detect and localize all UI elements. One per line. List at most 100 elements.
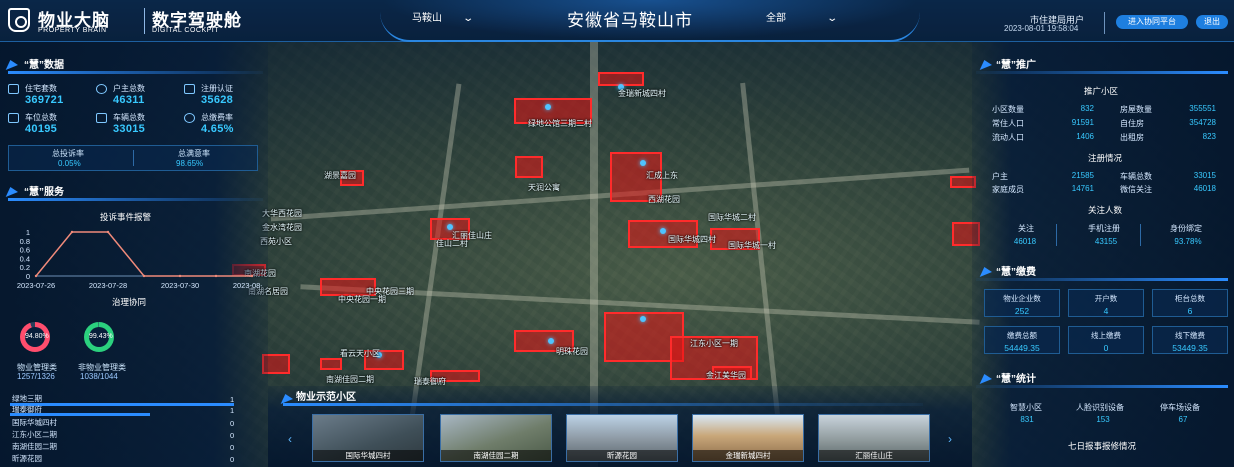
y-tick-label: 0.8	[20, 237, 30, 246]
map-label: 汇成上东	[646, 171, 678, 180]
stat-label: 智慧小区	[1010, 403, 1042, 412]
list-item[interactable]: 南湖佳园二期	[12, 441, 57, 451]
fee-value: 252	[1014, 306, 1030, 316]
brand-subtitle: PROPERTY BRAIN	[38, 27, 107, 34]
reg-label: 车辆总数	[1120, 172, 1152, 181]
list-item[interactable]: 瑞泰御府	[12, 404, 42, 414]
promo-value: 1406	[1076, 132, 1094, 141]
fee-label: 柜台总数	[1175, 294, 1205, 303]
fee-label: 缴费总额	[1007, 331, 1037, 340]
list-item[interactable]: 昕源花园	[12, 453, 42, 463]
map-pin[interactable]	[548, 338, 554, 344]
map-label: 大华西花园	[262, 209, 302, 218]
promo-value: 354728	[1189, 118, 1216, 127]
top-header: 物业大脑 PROPERTY BRAIN 数字驾驶舱 DIGITAL COCKPI…	[0, 0, 1234, 42]
data-point	[106, 230, 110, 234]
map-label: 金水湾花园	[262, 223, 302, 232]
list-item-value: 1	[230, 395, 235, 404]
ring-percent: 94.80%	[25, 327, 49, 347]
stat-label: 车位总数	[25, 113, 57, 122]
focus-value: 43155	[1094, 237, 1118, 246]
exit-button[interactable]: 退出	[1196, 15, 1228, 29]
x-tick-label: 2023-07-30	[161, 281, 199, 290]
showcase-card[interactable]: 金瑞新城四村	[692, 414, 804, 462]
showcase-card[interactable]: 昕源花园	[566, 414, 678, 462]
map-parcel[interactable]	[320, 358, 342, 370]
y-tick-label: 0.2	[20, 263, 30, 272]
series-line	[35, 231, 252, 277]
x-tick-label: 2023-07-26	[17, 281, 55, 290]
focus-value: 46018	[1013, 237, 1037, 246]
list-item[interactable]: 江东小区二期	[12, 429, 57, 439]
chevron-right-icon[interactable]: ›	[948, 432, 952, 446]
chevron-left-icon[interactable]: ‹	[288, 432, 292, 446]
stat-value: 153	[1096, 415, 1110, 424]
ring-percent: 99.43%	[89, 327, 113, 347]
fee-card: 缴费总额 54449.35	[984, 326, 1060, 354]
map-pin[interactable]	[545, 104, 551, 110]
stat-value: 67	[1178, 415, 1188, 424]
scope-select[interactable]: 全部 ⌄	[766, 9, 839, 24]
governance-title: 治理协同	[112, 297, 147, 307]
building-icon	[8, 84, 19, 94]
stat-label: 总缴费率	[201, 113, 233, 122]
fee-card: 线上缴费 0	[1068, 326, 1144, 354]
datetime: 2023-08-01 19:58:04	[1004, 24, 1079, 33]
showcase-caption: 金瑞新城四村	[693, 450, 803, 461]
chevron-down-icon: ⌄	[826, 13, 839, 24]
map-pin[interactable]	[660, 228, 666, 234]
stat-label: 户主总数	[113, 84, 145, 93]
progress-ring: 94.80%	[20, 322, 50, 352]
focus-value: 93.78%	[1174, 237, 1202, 246]
map-label: 明珠花园	[556, 347, 588, 356]
ring-sub: 1257/1326	[17, 372, 55, 381]
chevron-down-icon: ⌄	[462, 13, 475, 24]
data-point	[70, 230, 74, 234]
focus-title: 关注人数	[1088, 205, 1123, 215]
parking-icon	[8, 113, 19, 123]
list-item-value: 0	[230, 419, 235, 428]
promo-label: 常住人口	[992, 119, 1024, 128]
stat-value: 46311	[113, 94, 145, 106]
reg-label: 家庭成员	[992, 185, 1024, 194]
rate-value: 0.05%	[58, 159, 81, 168]
showcase-card[interactable]: 国际华城四村	[312, 414, 424, 462]
section-title-data: “慧”数据	[24, 60, 64, 71]
stat-label: 车辆总数	[113, 113, 145, 122]
showcase-card[interactable]: 南湖佳园二期	[440, 414, 552, 462]
fee-card: 线下缴费 53449.35	[1152, 326, 1228, 354]
map-label: 国际华城一村	[728, 241, 776, 250]
showcase-caption: 昕源花园	[567, 450, 677, 461]
fee-value: 0	[1103, 343, 1109, 353]
data-point	[142, 274, 146, 278]
list-item[interactable]: 国际华城四村	[12, 417, 57, 427]
reg-label: 微信关注	[1120, 185, 1152, 194]
city-select-value: 马鞍山	[412, 13, 442, 24]
rate-label: 总投诉率	[52, 149, 84, 158]
map-label: 国际华城二村	[708, 213, 756, 222]
car-icon	[96, 113, 107, 123]
map-parcel[interactable]	[515, 156, 543, 178]
showcase-title: 物业示范小区	[296, 392, 356, 403]
city-select[interactable]: 马鞍山 ⌄	[412, 9, 475, 24]
page-title: 安徽省马鞍山市	[567, 11, 693, 30]
list-item-value: 1	[230, 406, 235, 415]
reg-value: 33015	[1193, 171, 1216, 180]
y-tick-label: 0.6	[20, 246, 30, 255]
progress-ring: 99.43%	[84, 322, 114, 352]
map-pin[interactable]	[640, 316, 646, 322]
list-item-value: 0	[230, 455, 235, 464]
stat-value: 35628	[201, 94, 234, 106]
list-item-value: 0	[230, 431, 235, 440]
enter-platform-button[interactable]: 进入协同平台	[1116, 15, 1188, 29]
list-item[interactable]: 绿地三期	[12, 393, 42, 403]
stat-label: 注册认证	[201, 84, 233, 93]
y-tick-label: 1	[26, 228, 30, 237]
stat-value: 369721	[25, 94, 64, 106]
showcase-card[interactable]: 汇丽佳山庄	[818, 414, 930, 462]
promo-label: 房屋数量	[1120, 105, 1152, 114]
map-label: 南湖佳园二期	[326, 375, 374, 384]
map-label: 湖景嘉园	[324, 171, 356, 180]
map-pin[interactable]	[640, 160, 646, 166]
promo-subtitle: 推广小区	[1084, 86, 1119, 96]
